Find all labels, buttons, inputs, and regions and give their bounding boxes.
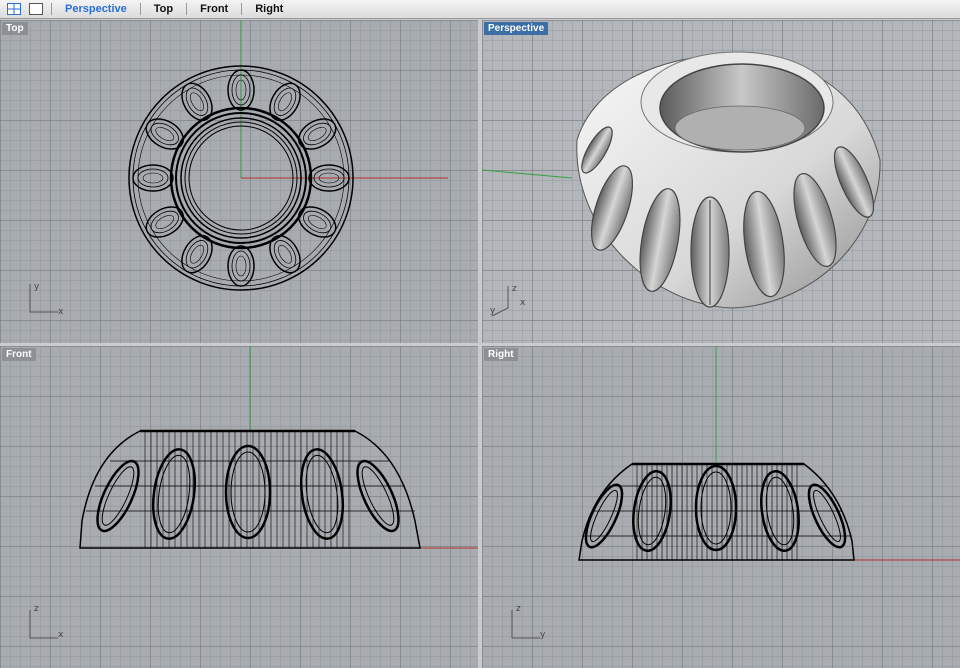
pod-outline (145, 206, 185, 238)
x-axis-label: x (520, 298, 526, 308)
front-viewport-label[interactable]: Front (2, 348, 36, 361)
tab-right[interactable]: Right (249, 3, 289, 15)
z-axis-label: z (512, 284, 517, 294)
pod-outline (145, 118, 185, 150)
pod-outline (132, 164, 174, 192)
right-viewport-label[interactable]: Right (484, 348, 518, 361)
toolbar-divider (51, 3, 52, 15)
pod-outline (297, 206, 337, 238)
perspective-render (482, 51, 881, 309)
y-axis-label: y (540, 630, 546, 640)
y-axis-line (482, 169, 573, 179)
pod-outline (269, 234, 301, 274)
top-view-wireframe (128, 20, 448, 291)
front-viewport[interactable]: Front z x (0, 346, 478, 668)
y-axis-label: y (490, 306, 496, 316)
pod-outline (181, 82, 213, 122)
tab-top[interactable]: Top (148, 3, 179, 15)
z-axis-label: z (516, 604, 521, 614)
pod-outline (181, 234, 213, 274)
top-viewport-label[interactable]: Top (2, 22, 28, 35)
pod-outline (96, 459, 140, 533)
pod-outline (224, 444, 272, 540)
pod-outline (269, 82, 301, 122)
pod-outline (227, 245, 255, 287)
z-axis-label: z (34, 604, 39, 614)
axis-gizmo (29, 610, 58, 639)
pod-outline (356, 459, 400, 533)
tab-front[interactable]: Front (194, 3, 234, 15)
toolbar-divider (139, 3, 141, 15)
x-axis-label: x (58, 630, 64, 640)
front-view-wireframe (79, 346, 478, 549)
viewport-toolbar: Perspective Top Front Right (0, 0, 960, 19)
hole-floor (674, 105, 806, 151)
toolbar-divider (241, 3, 243, 15)
tab-perspective[interactable]: Perspective (59, 3, 133, 15)
axis-gizmo (29, 284, 58, 313)
four-viewports-icon[interactable] (6, 2, 22, 16)
perspective-viewport-label[interactable]: Perspective (484, 22, 549, 35)
perspective-viewport[interactable]: Perspective z y x (482, 20, 960, 343)
right-view-wireframe (578, 346, 960, 561)
pod-outline (297, 118, 337, 150)
toolbar-divider (186, 3, 188, 15)
top-viewport[interactable]: Top y x (0, 20, 478, 343)
right-viewport[interactable]: Right z y (482, 346, 960, 668)
single-viewport-icon[interactable] (28, 2, 44, 16)
axis-gizmo (511, 610, 540, 639)
